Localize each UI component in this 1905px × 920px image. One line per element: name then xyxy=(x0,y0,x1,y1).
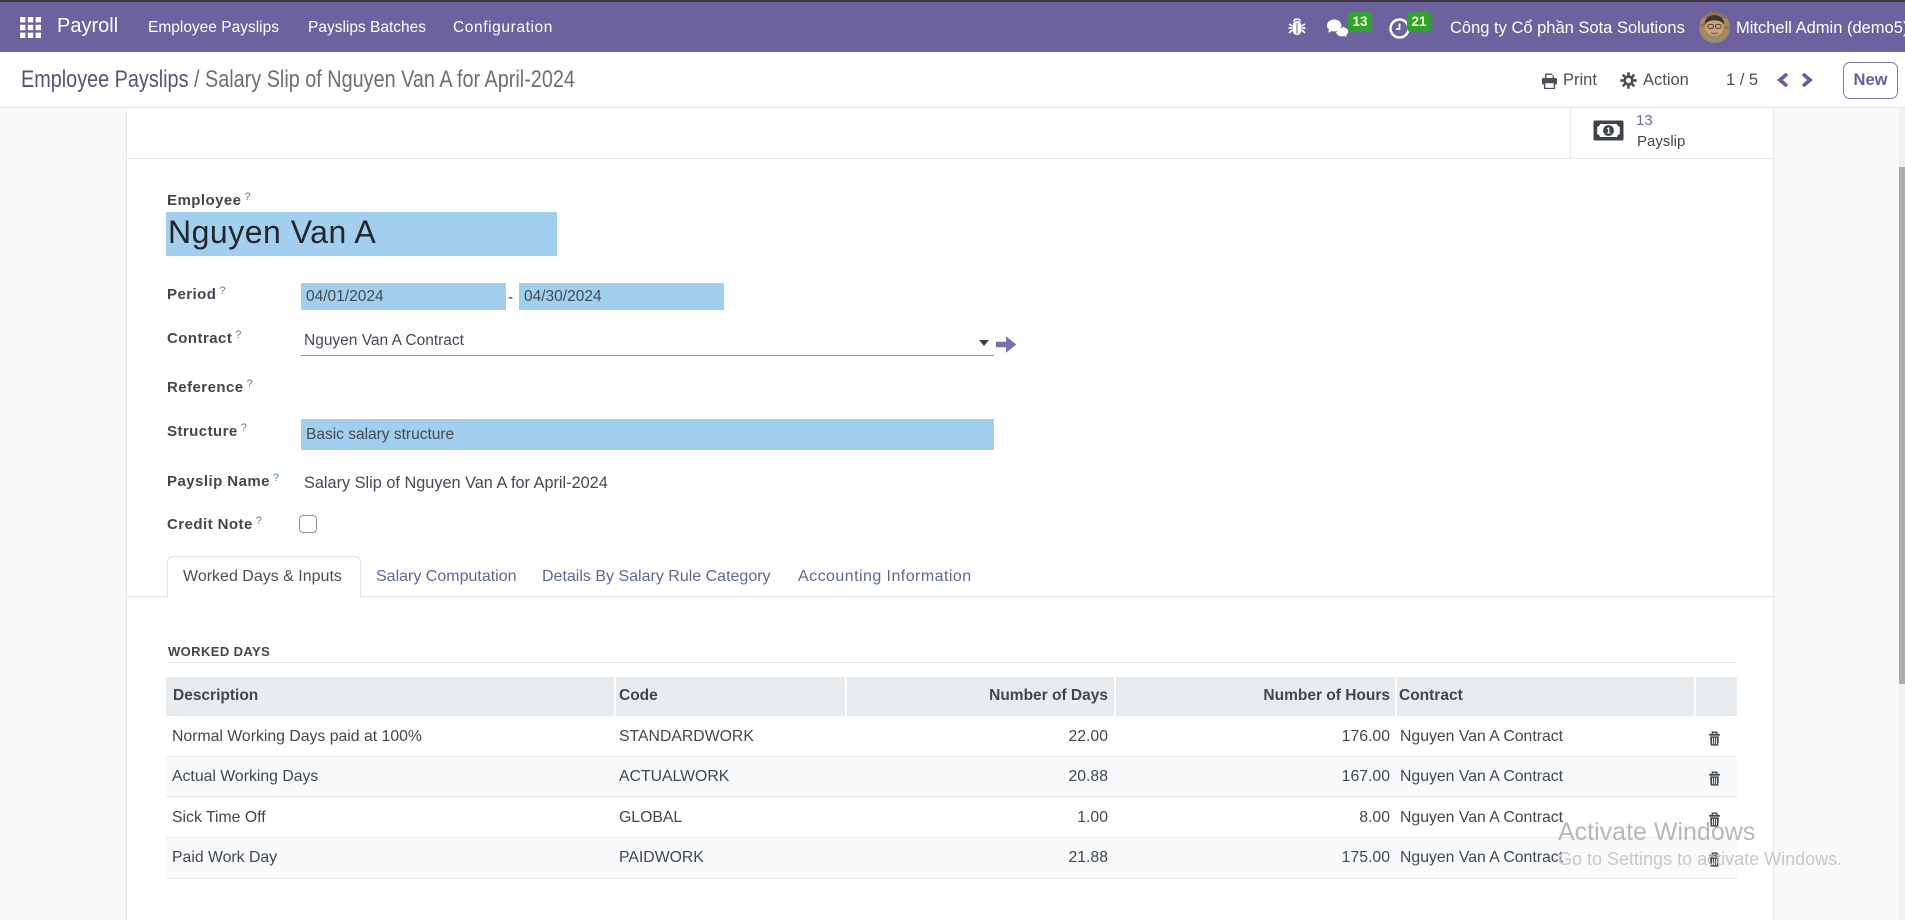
svg-text:1: 1 xyxy=(1606,126,1611,136)
